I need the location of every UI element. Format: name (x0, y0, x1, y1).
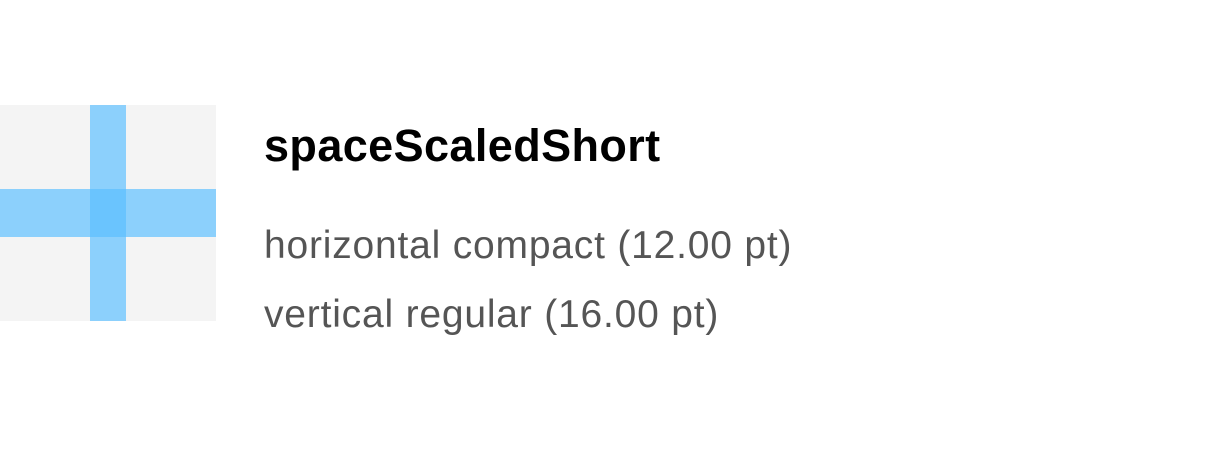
token-name: spaceScaledShort (264, 120, 661, 171)
vertical-spacing-value: vertical regular (16.00 pt) (264, 293, 720, 336)
spacing-preview-swatch (0, 105, 216, 321)
horizontal-spacing-bar (0, 189, 216, 237)
horizontal-spacing-value: horizontal compact (12.00 pt) (264, 224, 793, 267)
